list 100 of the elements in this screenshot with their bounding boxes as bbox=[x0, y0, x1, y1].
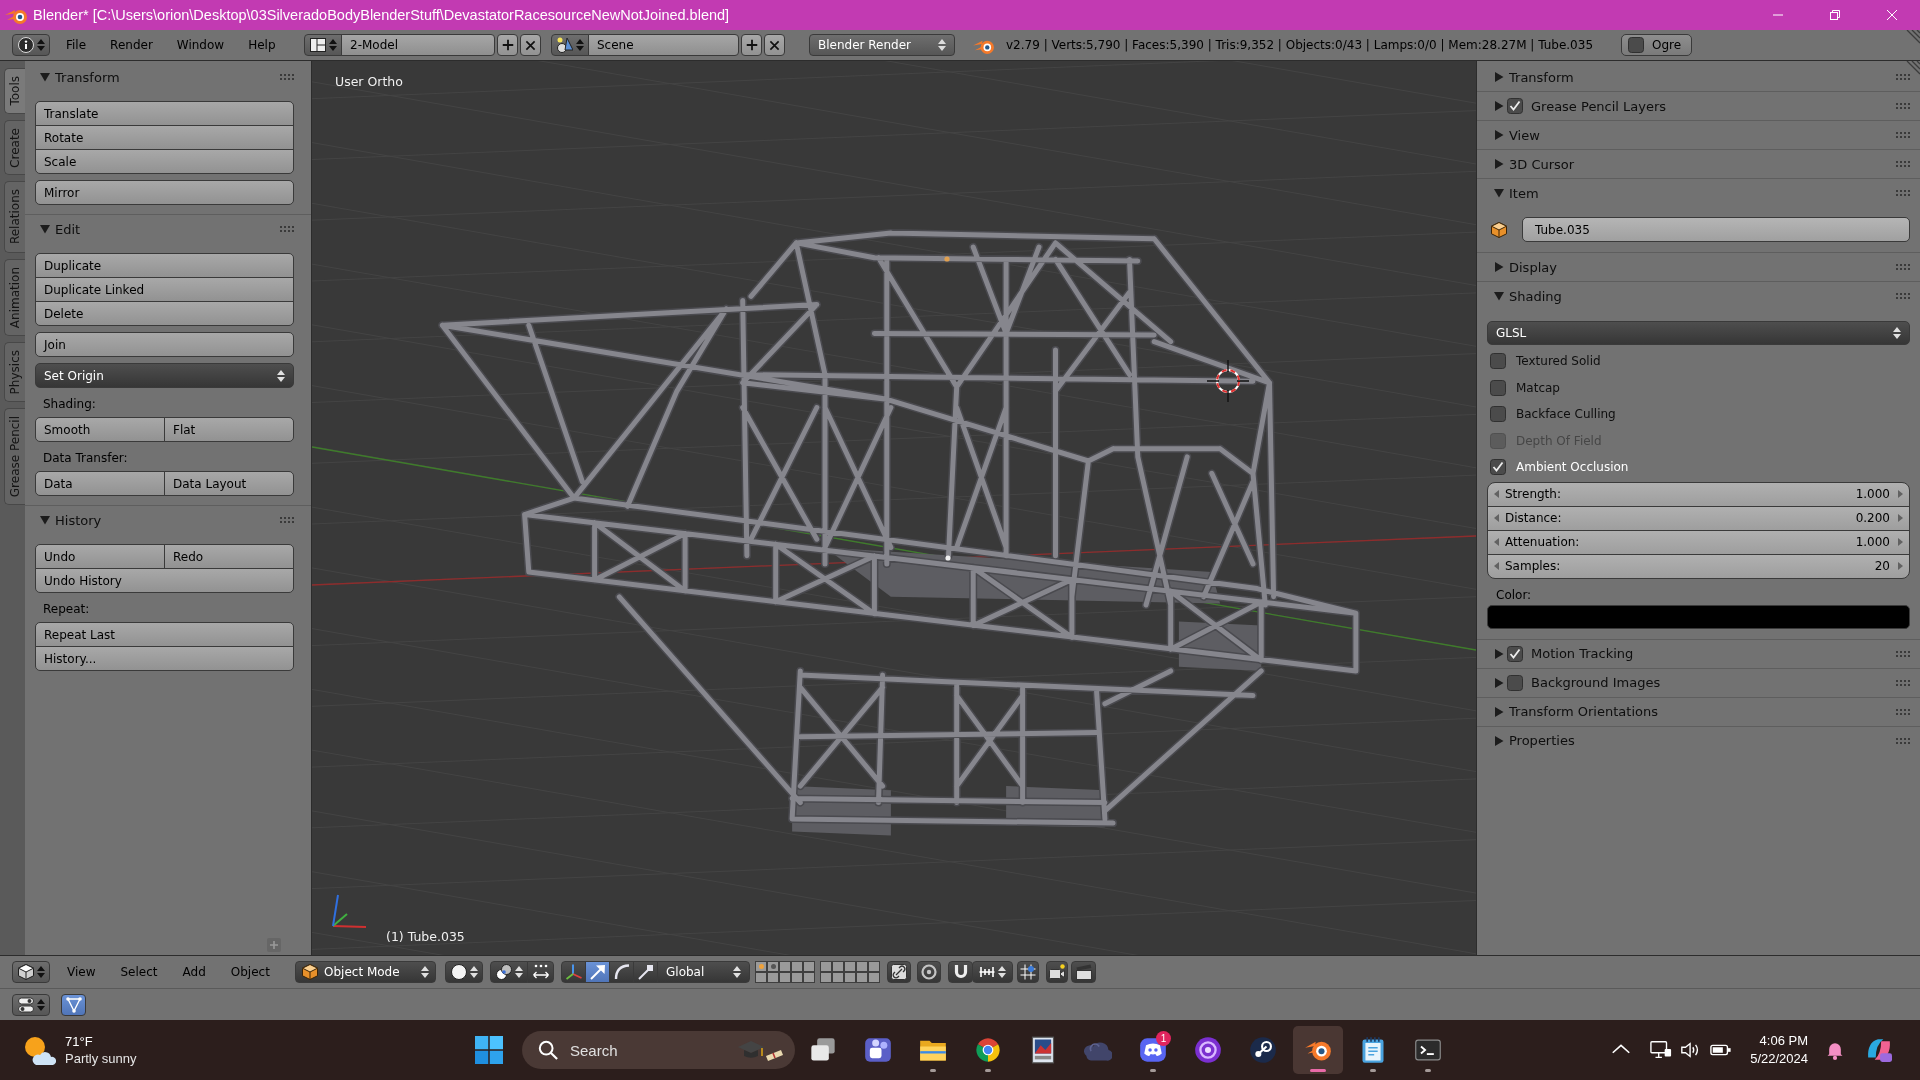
layer-button[interactable] bbox=[755, 972, 767, 983]
color-swatch[interactable] bbox=[1487, 604, 1910, 629]
shading-dropdown[interactable] bbox=[445, 961, 483, 983]
layer-button[interactable] bbox=[803, 961, 815, 972]
layer-button[interactable] bbox=[820, 972, 832, 983]
layer-button[interactable] bbox=[868, 961, 880, 972]
menu-item[interactable]: Add bbox=[174, 965, 214, 979]
tool-button[interactable]: History... bbox=[35, 646, 294, 671]
manipulator-button[interactable] bbox=[609, 961, 634, 983]
panel-title[interactable]: View bbox=[1509, 127, 1540, 143]
checkbox[interactable] bbox=[1490, 379, 1506, 396]
manipulator-button[interactable] bbox=[585, 961, 610, 983]
checkbox[interactable] bbox=[1490, 353, 1506, 370]
tool-button[interactable]: Undo bbox=[35, 544, 165, 569]
corner-grip-icon[interactable] bbox=[1906, 30, 1920, 44]
panel-title[interactable]: Grease Pencil Layers bbox=[1531, 98, 1667, 114]
clock-date[interactable]: 5/22/2024 bbox=[1750, 1050, 1808, 1068]
tool-button[interactable]: Data bbox=[35, 471, 165, 496]
snap-element-dropdown[interactable] bbox=[972, 961, 1013, 983]
editor-type-button[interactable] bbox=[12, 993, 50, 1016]
corner-grip-icon[interactable] bbox=[1906, 61, 1920, 75]
panel-title[interactable]: Display bbox=[1509, 259, 1557, 275]
sidebar-tab[interactable]: Grease Pencil bbox=[4, 408, 25, 506]
checkbox[interactable] bbox=[1490, 406, 1506, 423]
add-button[interactable] bbox=[741, 34, 762, 56]
search-field[interactable]: Search bbox=[522, 1031, 795, 1069]
layer-button[interactable] bbox=[803, 972, 815, 983]
number-field[interactable]: Attenuation: 1.000 bbox=[1487, 529, 1910, 555]
layer-button[interactable] bbox=[820, 961, 832, 972]
tool-button[interactable]: Join bbox=[35, 332, 294, 357]
layer-button[interactable] bbox=[791, 961, 803, 972]
panel-title[interactable]: Transform bbox=[55, 69, 120, 85]
menu-item[interactable]: Object bbox=[222, 965, 278, 979]
pivot-dropdown[interactable] bbox=[490, 961, 528, 983]
manipulator-button[interactable] bbox=[633, 961, 658, 983]
panel-title[interactable]: Edit bbox=[55, 221, 81, 237]
remove-button[interactable] bbox=[764, 34, 785, 56]
tool-button[interactable]: Scale bbox=[35, 149, 294, 174]
scene-button[interactable] bbox=[551, 34, 589, 56]
layer-button[interactable] bbox=[779, 961, 791, 972]
sidebar-tab[interactable]: Relations bbox=[4, 181, 25, 253]
lock-camera-button[interactable] bbox=[887, 961, 911, 983]
render-engine-dropdown[interactable]: Blender Render bbox=[809, 34, 955, 56]
dropdown[interactable]: Set Origin bbox=[35, 363, 294, 388]
panel-title[interactable]: 3D Cursor bbox=[1509, 156, 1575, 172]
checkbox[interactable] bbox=[1507, 98, 1523, 114]
checkbox[interactable] bbox=[1507, 645, 1523, 662]
layer-button[interactable] bbox=[832, 972, 844, 983]
layer-button[interactable] bbox=[844, 972, 856, 983]
checkbox[interactable] bbox=[1628, 37, 1645, 53]
menu-item[interactable]: Window bbox=[168, 38, 233, 52]
orientation-dropdown[interactable]: Global bbox=[657, 961, 750, 983]
tool-button[interactable]: Smooth bbox=[35, 417, 165, 442]
screen-layout-button[interactable] bbox=[304, 34, 342, 56]
tool-button[interactable]: Redo bbox=[164, 544, 294, 569]
clock-time[interactable]: 4:06 PM bbox=[1759, 1032, 1808, 1050]
scene-name-field[interactable]: Scene bbox=[588, 34, 739, 56]
layer-button[interactable] bbox=[791, 972, 803, 983]
sidebar-tab[interactable]: Create bbox=[4, 119, 25, 176]
menu-item[interactable]: Help bbox=[240, 38, 284, 52]
editor-type-button[interactable] bbox=[12, 961, 50, 983]
layer-button[interactable] bbox=[868, 972, 880, 983]
number-field[interactable]: Strength: 1.000 bbox=[1487, 481, 1910, 507]
mode-dropdown[interactable]: Object Mode bbox=[295, 961, 436, 983]
panel-title[interactable]: Motion Tracking bbox=[1531, 646, 1634, 661]
panel-title[interactable]: Transform Orientations bbox=[1509, 704, 1658, 719]
panel-title[interactable]: History bbox=[55, 512, 102, 528]
tool-button[interactable]: Flat bbox=[164, 417, 294, 442]
taskbar-app-button[interactable]: 1 bbox=[1128, 1026, 1178, 1074]
render-button[interactable] bbox=[1046, 961, 1068, 983]
name-field[interactable]: Tube.035 bbox=[1522, 217, 1910, 242]
origins-toggle[interactable] bbox=[527, 961, 554, 983]
snap-target-button[interactable] bbox=[1017, 961, 1039, 983]
layer-button[interactable] bbox=[844, 961, 856, 972]
checkbox[interactable] bbox=[1490, 459, 1506, 476]
panel-title[interactable]: Transform bbox=[1509, 69, 1574, 85]
sidebar-tab[interactable]: Physics bbox=[4, 341, 25, 403]
layer-button[interactable] bbox=[779, 972, 791, 983]
proportional-edit-button[interactable] bbox=[917, 961, 941, 983]
panel-title[interactable]: Background Images bbox=[1531, 675, 1661, 690]
menu-item[interactable]: View bbox=[59, 965, 104, 979]
taskbar-app-button[interactable] bbox=[1293, 1026, 1343, 1074]
sidebar-tab[interactable]: Tools bbox=[4, 68, 25, 114]
add-button[interactable] bbox=[497, 34, 518, 56]
remove-button[interactable] bbox=[520, 34, 541, 56]
editor-type-button[interactable] bbox=[12, 34, 50, 56]
layer-button[interactable] bbox=[767, 972, 779, 983]
toggle-button[interactable] bbox=[61, 993, 86, 1016]
tool-button[interactable]: Data Layout bbox=[164, 471, 294, 496]
layer-button[interactable] bbox=[856, 961, 868, 972]
menu-item[interactable]: Render bbox=[102, 38, 161, 52]
tool-button[interactable]: Mirror bbox=[35, 180, 294, 205]
number-field[interactable]: Samples: 20 bbox=[1487, 553, 1910, 579]
tool-button[interactable]: Translate bbox=[35, 101, 294, 126]
tool-button[interactable]: Rotate bbox=[35, 125, 294, 150]
panel-title[interactable]: Item bbox=[1509, 185, 1539, 201]
panel-title[interactable]: Properties bbox=[1509, 733, 1575, 748]
checkbox[interactable] bbox=[1507, 674, 1523, 691]
layout-name-field[interactable]: 2-Model bbox=[341, 34, 495, 56]
tool-button[interactable]: Repeat Last bbox=[35, 622, 294, 647]
